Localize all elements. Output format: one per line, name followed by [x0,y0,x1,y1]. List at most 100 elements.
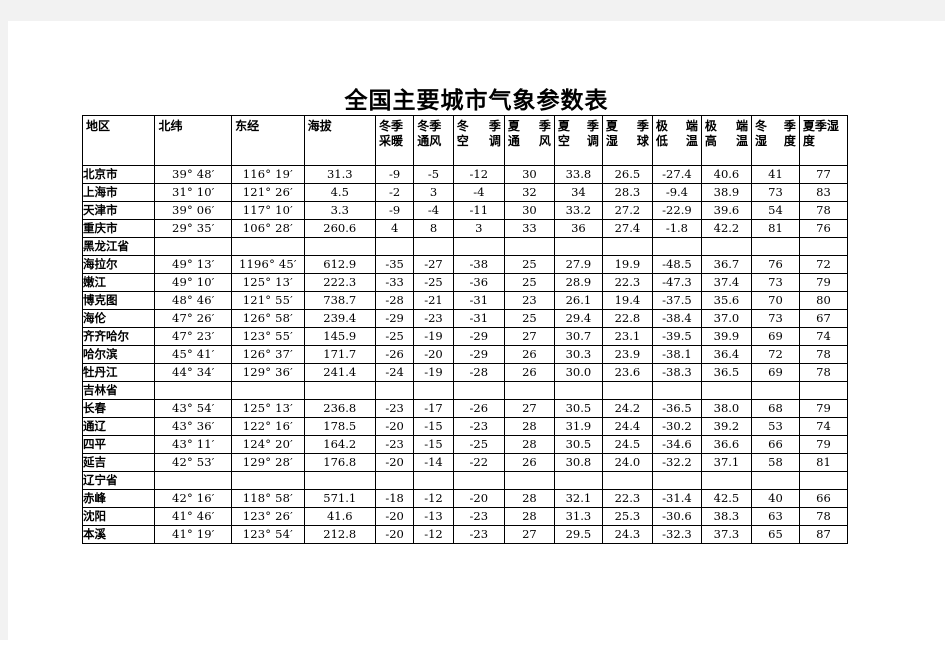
column-header-summer_vent: 夏 季通风 [503,115,555,166]
cell-winter_ac: 3 [452,219,505,238]
cell-summer_humidity: 76 [798,219,849,238]
cell-winter_humidity: 81 [750,219,800,238]
cell-summer_vent: 26 [503,363,555,382]
cell-summer_ac: 31.9 [553,417,603,436]
cell-extreme_low [651,237,702,256]
column-header-line: 空调 [557,134,599,148]
column-header-line: 湿球 [605,134,649,148]
cell-region: 延吉 [81,453,156,472]
cell-winter_heating [374,237,415,256]
cell-region: 海伦 [81,309,156,328]
cell-summer_humidity: 78 [798,345,849,364]
cell-winter_vent: -15 [413,417,454,436]
table-row: 通辽 43° 36′ 122° 16′ 178.5 -20 -15 -23 28 31.9 24.… [81,417,849,436]
cell-summer_wetbulb: 19.4 [601,291,653,310]
cell-summer_wetbulb [601,381,653,400]
cell-alt: 145.9 [303,327,376,346]
cell-lon: 123° 54′ [231,525,305,544]
cell-summer_ac: 29.4 [553,309,603,328]
cell-alt [303,471,376,490]
cell-summer_humidity: 74 [798,327,849,346]
cell-winter_ac: -23 [452,417,505,436]
cell-extreme_low: -47.3 [651,273,702,292]
cell-summer_humidity: 77 [798,165,849,184]
cell-region: 北京市 [81,165,156,184]
cell-extreme_low: -38.3 [651,363,702,382]
column-header-line: 低温 [655,134,698,148]
cell-winter_ac: -29 [452,327,505,346]
cell-summer_humidity [798,471,849,490]
cell-extreme_high: 39.2 [700,417,752,436]
cell-summer_wetbulb: 24.4 [601,417,653,436]
cell-winter_ac: -4 [452,183,505,202]
cell-extreme_low: -27.4 [651,165,702,184]
cell-summer_vent: 23 [503,291,555,310]
cell-lon: 126° 37′ [231,345,305,364]
cell-extreme_low: -38.1 [651,345,702,364]
cell-region: 长春 [81,399,156,418]
cell-winter_heating: -20 [374,417,415,436]
province-header-row: 辽宁省 [81,471,849,490]
cell-summer_humidity: 80 [798,291,849,310]
cell-winter_humidity: 40 [750,489,800,508]
cell-alt: 3.3 [303,201,376,220]
cell-alt: 239.4 [303,309,376,328]
cell-lat: 42° 53′ [154,453,233,472]
cell-extreme_high: 42.2 [700,219,752,238]
cell-lon: 106° 28′ [231,219,305,238]
cell-winter_vent: -19 [413,327,454,346]
cell-summer_ac: 33.2 [553,201,603,220]
cell-lon: 1196° 45′ [231,255,305,274]
cell-summer_humidity: 87 [798,525,849,544]
table-header-row: 地区 北纬 东经 海拔 冬季 采暖 冬季 通风冬 季空调夏 季通风夏 季空调夏 季湿球极 端低… [81,115,849,166]
cell-region: 黑龙江省 [81,237,156,256]
cell-winter_humidity: 69 [750,327,800,346]
column-header-lat: 北纬 [154,115,233,166]
cell-alt: 171.7 [303,345,376,364]
column-header-line: 冬 季 [754,119,796,133]
cell-alt: 31.3 [303,165,376,184]
cell-alt: 41.6 [303,507,376,526]
cell-winter_vent: -20 [413,345,454,364]
cell-summer_vent: 30 [503,201,555,220]
column-header-line: 度 [802,134,815,148]
cell-alt: 178.5 [303,417,376,436]
cell-extreme_high [700,471,752,490]
cell-lon [231,381,305,400]
cell-winter_vent: 8 [413,219,454,238]
cell-winter_ac [452,381,505,400]
cell-winter_vent: -12 [413,489,454,508]
cell-winter_heating: -9 [374,165,415,184]
column-header-line: 夏 季 [507,119,551,133]
cell-extreme_high: 39.6 [700,201,752,220]
cell-winter_humidity: 65 [750,525,800,544]
column-header-line: 冬季 [417,119,442,133]
cell-winter_heating: -20 [374,453,415,472]
cell-summer_ac: 30.5 [553,399,603,418]
cell-summer_ac: 30.0 [553,363,603,382]
cell-summer_vent: 27 [503,327,555,346]
cell-winter_humidity [750,381,800,400]
table-row: 四平 43° 11′ 124° 20′ 164.2 -23 -15 -25 28 30.5 24.… [81,435,849,454]
cell-winter_humidity: 69 [750,363,800,382]
cell-summer_humidity: 79 [798,435,849,454]
cell-lon: 124° 20′ [231,435,305,454]
cell-region: 齐齐哈尔 [81,327,156,346]
cell-winter_heating: -9 [374,201,415,220]
cell-summer_wetbulb: 22.3 [601,273,653,292]
cell-region: 本溪 [81,525,156,544]
cell-winter_vent: -27 [413,255,454,274]
column-header-line: 冬季 [378,119,403,133]
cell-winter_humidity: 54 [750,201,800,220]
cell-summer_vent: 32 [503,183,555,202]
cell-lat: 43° 54′ [154,399,233,418]
cell-summer_ac: 30.3 [553,345,603,364]
table-row: 本溪 41° 19′ 123° 54′ 212.8 -20 -12 -23 27 29.5 24.… [81,525,849,544]
cell-winter_heating: -23 [374,435,415,454]
cell-winter_vent [413,237,454,256]
cell-alt: 612.9 [303,255,376,274]
column-header-extreme_low: 极 端低温 [651,115,702,166]
cell-lon [231,471,305,490]
cell-summer_wetbulb: 24.3 [601,525,653,544]
cell-winter_vent: 3 [413,183,454,202]
